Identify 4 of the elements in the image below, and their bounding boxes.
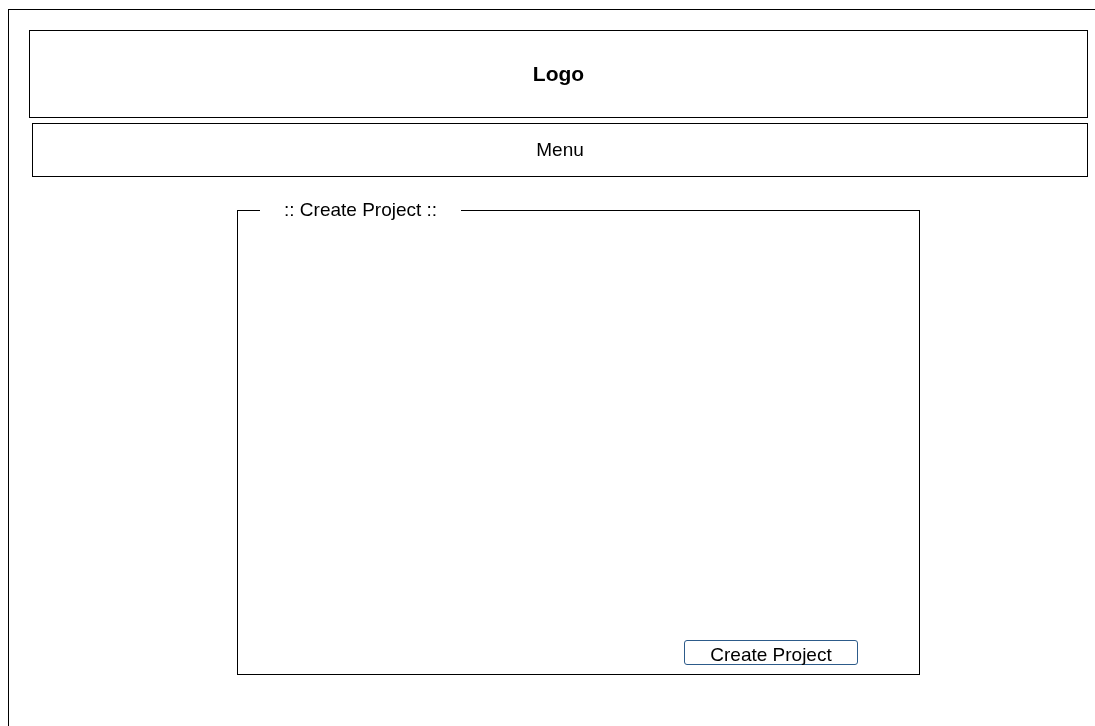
logo-text: Logo <box>532 62 585 86</box>
create-project-button[interactable]: Create Project <box>684 640 858 665</box>
panel-title: :: Create Project :: <box>283 199 439 221</box>
menu-bar[interactable]: Menu <box>32 123 1088 177</box>
